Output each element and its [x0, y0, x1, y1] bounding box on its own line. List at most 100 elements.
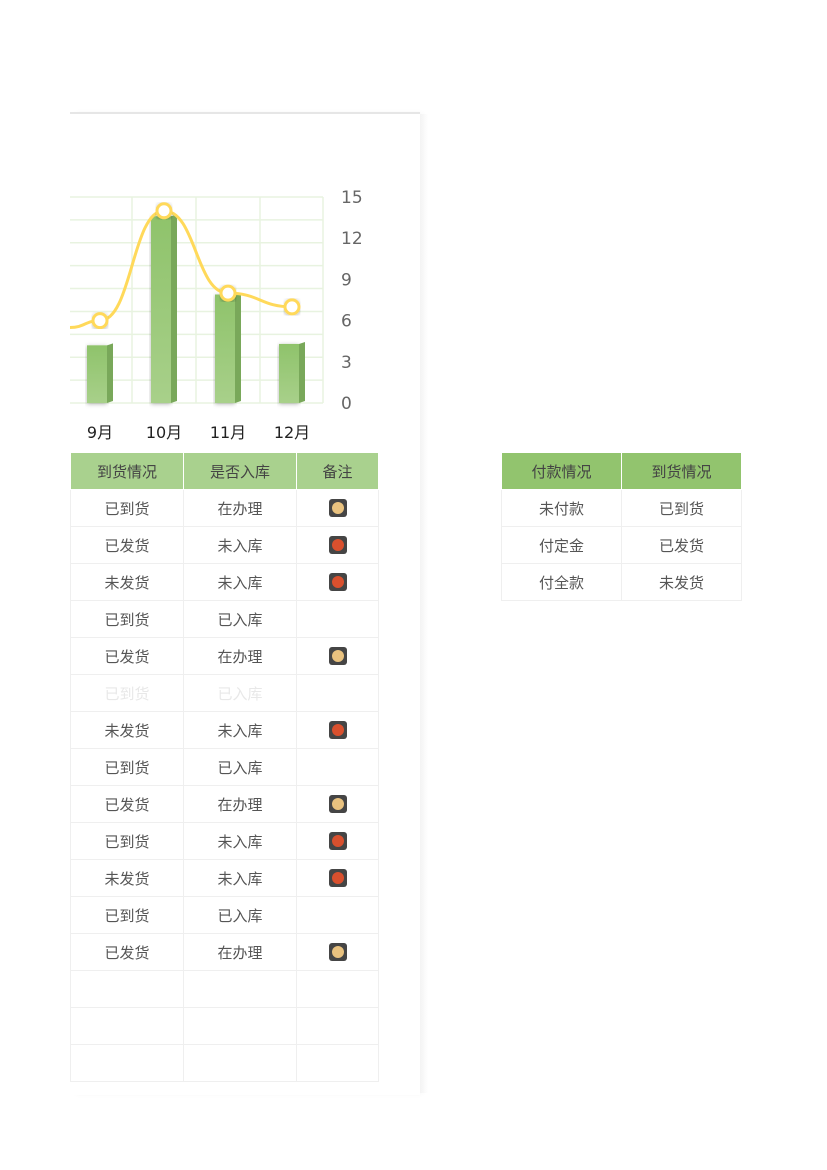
cell-storage[interactable]: 在办理	[183, 785, 297, 823]
y-tick-label: 6	[341, 312, 352, 332]
legend-table: 付款情况 到货情况 未付款 已到货 付定金 已发货 付全款 未发货	[501, 452, 742, 601]
line-series	[69, 209, 293, 329]
cell-storage[interactable]: 已入库	[183, 600, 297, 638]
x-tick-label: 11月	[210, 423, 246, 442]
legend-header[interactable]: 到货情况	[621, 452, 742, 490]
cell-storage[interactable]: 未入库	[183, 859, 297, 897]
cell-arrival[interactable]: 已到货	[70, 748, 184, 786]
cell-note[interactable]	[296, 1007, 379, 1045]
cell-note[interactable]	[296, 674, 379, 712]
legend-header[interactable]: 付款情况	[501, 452, 622, 490]
table-row: 未发货 未入库	[70, 859, 379, 897]
bar-side	[107, 343, 113, 403]
cell-arrival[interactable]: 已发货	[70, 526, 184, 564]
cell-note[interactable]	[296, 711, 379, 749]
status-light-icon	[328, 647, 347, 666]
y-tick-label: 0	[341, 394, 352, 414]
cell-note[interactable]	[296, 1044, 379, 1082]
legend-cell[interactable]: 未付款	[501, 489, 622, 527]
status-light-icon	[328, 943, 347, 962]
table-row: 已发货 在办理	[70, 933, 379, 971]
table-row	[70, 1007, 379, 1045]
cell-note[interactable]	[296, 526, 379, 564]
legend-cell[interactable]: 已到货	[621, 489, 742, 527]
x-tick-label: 10月	[146, 423, 182, 442]
cell-note[interactable]	[296, 785, 379, 823]
cell-arrival[interactable]: 已到货	[70, 896, 184, 934]
bar	[279, 343, 299, 403]
cell-storage[interactable]: 未入库	[183, 822, 297, 860]
cell-note[interactable]	[296, 859, 379, 897]
table-row: 未发货 未入库	[70, 711, 379, 749]
legend-row: 未付款 已到货	[501, 489, 742, 527]
cell-arrival[interactable]: 未发货	[70, 711, 184, 749]
table-row	[70, 970, 379, 1008]
cell-note[interactable]	[296, 748, 379, 786]
cell-arrival[interactable]: 已发货	[70, 785, 184, 823]
legend-cell[interactable]: 已发货	[621, 526, 742, 564]
table-row: 已到货 已入库	[70, 600, 379, 638]
shipment-table: 到货情况 是否入库 备注 已到货 在办理 已发货 未入库 未发货 未入库 已到货 已入库 已发货 在办…	[70, 452, 379, 1082]
cell-storage[interactable]: 未入库	[183, 711, 297, 749]
cell-arrival[interactable]	[70, 1044, 184, 1082]
cell-arrival[interactable]	[70, 1007, 184, 1045]
cell-arrival[interactable]: 未发货	[70, 563, 184, 601]
cell-arrival[interactable]: 未发货	[70, 859, 184, 897]
cell-note[interactable]	[296, 970, 379, 1008]
cell-storage[interactable]: 在办理	[183, 489, 297, 527]
x-tick-label: 12月	[274, 423, 310, 442]
line-point	[91, 312, 109, 330]
cell-note[interactable]	[296, 933, 379, 971]
legend-cell[interactable]: 未发货	[621, 563, 742, 601]
cell-storage[interactable]: 已入库	[183, 896, 297, 934]
cell-storage[interactable]	[183, 970, 297, 1008]
column-header[interactable]: 到货情况	[70, 452, 184, 490]
legend-cell[interactable]: 付全款	[501, 563, 622, 601]
legend-row: 付全款 未发货	[501, 563, 742, 601]
bar	[151, 216, 171, 403]
cell-arrival[interactable]: 已发货	[70, 637, 184, 675]
x-tick-label: 9月	[87, 423, 113, 442]
cell-arrival[interactable]: 已到货	[70, 489, 184, 527]
cell-storage[interactable]: 已入库	[183, 748, 297, 786]
cell-arrival[interactable]: 已发货	[70, 933, 184, 971]
cell-storage[interactable]	[183, 1044, 297, 1082]
cell-note[interactable]	[296, 563, 379, 601]
bar-side	[235, 292, 241, 403]
table-row: 未发货 未入库	[70, 563, 379, 601]
bar	[87, 345, 107, 403]
column-header[interactable]: 备注	[296, 452, 379, 490]
y-tick-label: 12	[341, 229, 363, 249]
cell-storage[interactable]	[183, 1007, 297, 1045]
y-tick-label: 15	[341, 188, 363, 208]
table-row: 已到货 未入库	[70, 822, 379, 860]
y-tick-label: 3	[341, 353, 352, 373]
bar	[215, 294, 235, 403]
cell-arrival[interactable]: 已到货	[70, 822, 184, 860]
cell-note[interactable]	[296, 489, 379, 527]
cell-note[interactable]	[296, 822, 379, 860]
cell-storage[interactable]: 未入库	[183, 563, 297, 601]
bar-side	[299, 341, 305, 403]
cell-storage[interactable]: 未入库	[183, 526, 297, 564]
cell-storage[interactable]: 在办理	[183, 933, 297, 971]
cell-arrival[interactable]: 已到货	[70, 674, 184, 712]
cell-note[interactable]	[296, 637, 379, 675]
cell-storage[interactable]: 已入库	[183, 674, 297, 712]
status-light-icon	[328, 721, 347, 740]
cell-arrival[interactable]: 已到货	[70, 600, 184, 638]
table-row: 已发货 未入库	[70, 526, 379, 564]
cell-note[interactable]	[296, 600, 379, 638]
column-header[interactable]: 是否入库	[183, 452, 297, 490]
cell-storage[interactable]: 在办理	[183, 637, 297, 675]
legend-cell[interactable]: 付定金	[501, 526, 622, 564]
table-row: 已到货 已入库	[70, 674, 379, 712]
line-point	[283, 298, 301, 316]
combo-chart: 0 3 6 9 12 15 9月 10月 11月 12月	[69, 188, 363, 442]
table-row: 已到货 在办理	[70, 489, 379, 527]
status-light-icon	[328, 832, 347, 851]
cell-note[interactable]	[296, 896, 379, 934]
cell-arrival[interactable]	[70, 970, 184, 1008]
table-row: 已发货 在办理	[70, 785, 379, 823]
line-point	[219, 284, 237, 302]
